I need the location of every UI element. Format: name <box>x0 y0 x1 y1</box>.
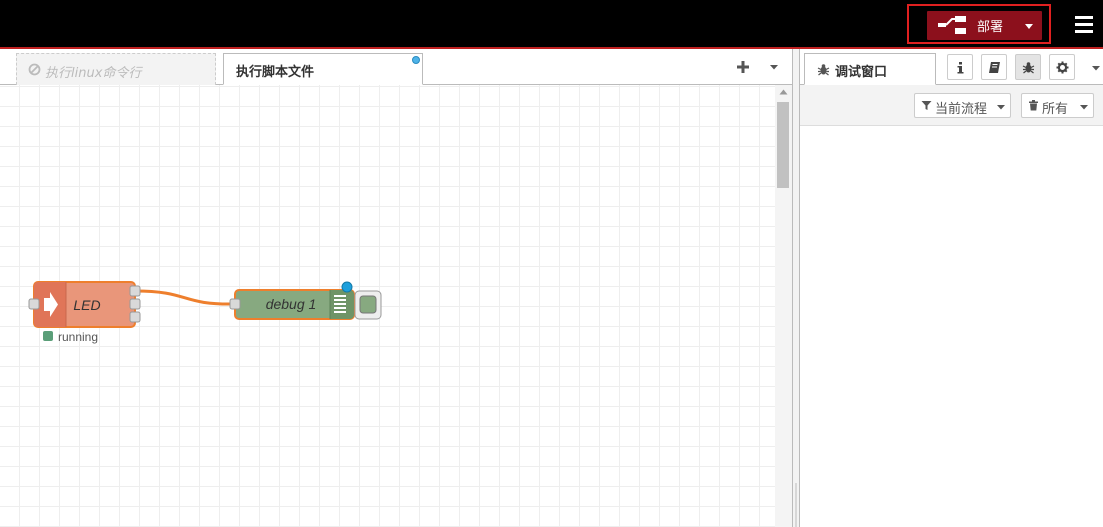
trash-icon <box>1029 100 1038 111</box>
tab-disabled-flow[interactable]: 执行linux命令行 <box>16 53 216 85</box>
info-icon <box>957 62 964 74</box>
debug-message-list[interactable] <box>800 126 1103 527</box>
main-menu-icon[interactable] <box>1073 13 1095 35</box>
debug-toggle-button[interactable] <box>354 290 382 320</box>
debug-toolbar: 当前流程 所有 <box>800 85 1103 126</box>
debug-input-port[interactable] <box>229 298 241 310</box>
debug-filter-button[interactable]: 当前流程 <box>914 93 1011 118</box>
info-button[interactable] <box>947 54 973 80</box>
ban-icon <box>28 63 41 76</box>
node-status-text: running <box>58 330 98 344</box>
settings-button[interactable] <box>1049 54 1075 80</box>
sidebar-resize-handle[interactable] <box>792 49 800 527</box>
debug-node[interactable]: debug 1 <box>229 289 355 320</box>
inject-output-port[interactable] <box>129 285 141 297</box>
debug-button[interactable] <box>1015 54 1041 80</box>
vertical-scrollbar[interactable] <box>775 85 792 527</box>
sidebar-tab-debug[interactable]: 调试窗口 <box>804 53 936 85</box>
filter-icon <box>921 101 932 110</box>
inject-output-port[interactable] <box>129 298 141 310</box>
sidebar-tabs-bar: 调试窗口 <box>800 49 1103 85</box>
debug-node-label: debug 1 <box>266 296 317 312</box>
deploy-icon <box>938 16 966 34</box>
inject-node[interactable]: LED <box>28 281 141 328</box>
debug-clear-label: 所有 <box>1042 102 1069 117</box>
add-flow-icon[interactable] <box>734 58 752 76</box>
help-button[interactable] <box>981 54 1007 80</box>
scroll-up-arrow-icon[interactable] <box>779 88 788 96</box>
deploy-label: 部署 <box>977 20 1004 35</box>
chevron-down-icon <box>997 105 1005 110</box>
bug-icon <box>817 64 830 76</box>
inject-node-label: LED <box>73 297 100 313</box>
workspace-tabs-bar: 执行linux命令行 执行脚本文件 <box>0 49 792 85</box>
debug-filter-label: 当前流程 <box>935 102 988 117</box>
book-icon <box>989 62 1000 73</box>
flow-svg: LED running debug 1 <box>28 281 382 344</box>
flow-canvas[interactable]: LED running debug 1 <box>0 85 775 527</box>
debug-clear-button[interactable]: 所有 <box>1021 93 1094 118</box>
header-bar: 部署 <box>0 0 1103 47</box>
deploy-dropdown-icon[interactable] <box>1022 19 1036 33</box>
flow-wire[interactable] <box>134 289 236 306</box>
sidebar: 调试窗口 当前流程 所有 <box>800 49 1103 527</box>
tab-label: 执行linux命令行 <box>45 66 142 81</box>
workspace: 执行linux命令行 执行脚本文件 LED running debug 1 <box>0 49 792 527</box>
sidebar-menu-caret-icon[interactable] <box>1090 62 1102 74</box>
deploy-button[interactable]: 部署 <box>927 11 1042 40</box>
tab-changed-indicator <box>412 56 420 64</box>
tab-label: 执行脚本文件 <box>236 65 315 80</box>
chevron-down-icon <box>1080 105 1088 110</box>
resize-grip-icon <box>795 483 797 527</box>
inject-output-port[interactable] <box>129 311 141 323</box>
inject-input-port[interactable] <box>28 298 40 310</box>
bug-icon <box>1022 62 1035 74</box>
status-dot <box>43 331 53 341</box>
node-changed-indicator <box>341 281 353 293</box>
scrollbar-thumb[interactable] <box>777 102 789 188</box>
tab-menu-caret-icon[interactable] <box>767 60 781 74</box>
sidebar-tab-label: 调试窗口 <box>835 65 888 80</box>
gear-icon <box>1056 61 1069 74</box>
tab-active-flow[interactable]: 执行脚本文件 <box>223 53 423 85</box>
